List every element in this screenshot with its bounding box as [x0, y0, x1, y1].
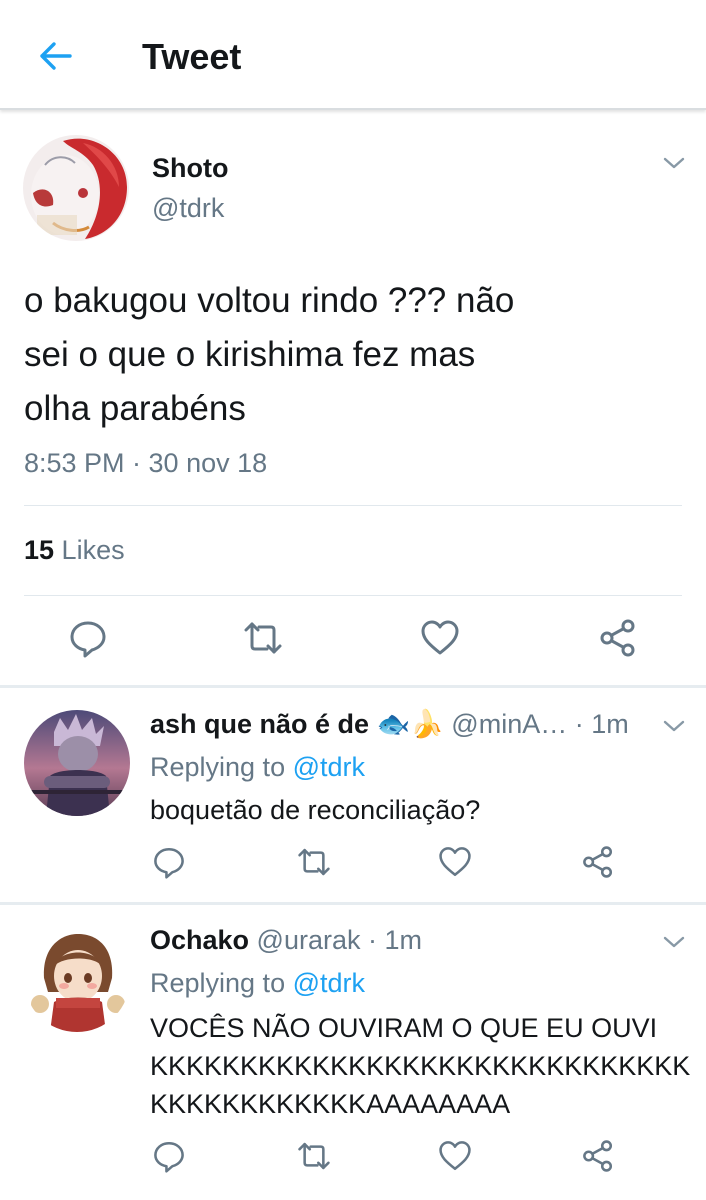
reply-author-name[interactable]: Ochako — [150, 925, 249, 955]
tweet-text: o bakugou voltou rindo ??? não sei o que… — [24, 281, 515, 428]
share-button[interactable] — [581, 845, 615, 879]
page-title: Tweet — [142, 36, 242, 77]
reply-icon — [154, 1141, 184, 1173]
reply-text: boquetão de reconciliação? — [150, 795, 481, 825]
like-icon — [439, 847, 471, 877]
share-button[interactable] — [581, 1139, 615, 1173]
back-arrow-icon — [40, 42, 72, 70]
reply-author-handle[interactable]: @minA… — [444, 709, 567, 739]
section-separator — [0, 685, 706, 688]
author-handle[interactable]: @tdrk — [152, 193, 224, 224]
share-icon — [583, 846, 613, 878]
mention-link[interactable]: @tdrk — [293, 752, 365, 782]
like-button[interactable] — [420, 618, 460, 658]
reply-icon — [70, 621, 106, 658]
retweet-button[interactable] — [297, 845, 331, 879]
likes-count[interactable]: 15 Likes — [24, 535, 125, 566]
author-name[interactable]: Shoto — [152, 153, 228, 184]
retweet-icon — [298, 848, 330, 876]
retweet-icon — [244, 622, 282, 654]
reply-text: VOCÊS NÃO OUVIRAM O QUE EU OUVI KKKKKKKK… — [150, 1013, 691, 1119]
reply-button[interactable] — [152, 1139, 186, 1173]
like-icon — [421, 620, 459, 655]
section-separator — [0, 902, 706, 905]
like-button[interactable] — [438, 845, 472, 879]
reply-header: ash que não é de 🐟🍌 @minA… · 1m — [150, 708, 629, 740]
reply-options-button[interactable] — [662, 934, 686, 950]
tweet-timestamp: 8:53 PM · 30 nov 18 — [24, 448, 268, 478]
reply-header: Ochako @urarak · 1m — [150, 925, 422, 956]
avatar[interactable] — [24, 710, 130, 816]
chevron-down-icon — [663, 720, 685, 732]
reply-time: · 1m — [360, 925, 423, 955]
retweet-button[interactable] — [243, 618, 283, 658]
reply-author-handle[interactable]: @urarak — [249, 925, 361, 955]
replying-to: Replying to @tdrk — [150, 752, 366, 782]
like-icon — [439, 1141, 471, 1171]
replying-to: Replying to @tdrk — [150, 968, 366, 998]
reply-button[interactable] — [68, 618, 108, 658]
divider — [24, 595, 682, 596]
chevron-down-icon — [663, 936, 685, 948]
back-button[interactable] — [36, 36, 76, 76]
like-button[interactable] — [438, 1139, 472, 1173]
reply-button[interactable] — [152, 845, 186, 879]
reply-author-name[interactable]: ash que não é de 🐟🍌 — [150, 709, 444, 739]
avatar[interactable] — [24, 926, 130, 1032]
avatar[interactable] — [23, 135, 129, 241]
share-icon — [583, 1140, 613, 1172]
share-icon — [600, 619, 635, 657]
reply-time: · 1m — [567, 709, 629, 739]
share-button[interactable] — [598, 618, 638, 658]
tweet-options-button[interactable] — [662, 155, 686, 171]
divider — [24, 505, 682, 506]
retweet-icon — [298, 1142, 330, 1170]
top-app-bar: Tweet — [0, 0, 706, 110]
mention-link[interactable]: @tdrk — [293, 968, 365, 998]
reply-options-button[interactable] — [662, 718, 686, 734]
chevron-down-icon — [663, 157, 685, 169]
retweet-button[interactable] — [297, 1139, 331, 1173]
reply-icon — [154, 847, 184, 879]
